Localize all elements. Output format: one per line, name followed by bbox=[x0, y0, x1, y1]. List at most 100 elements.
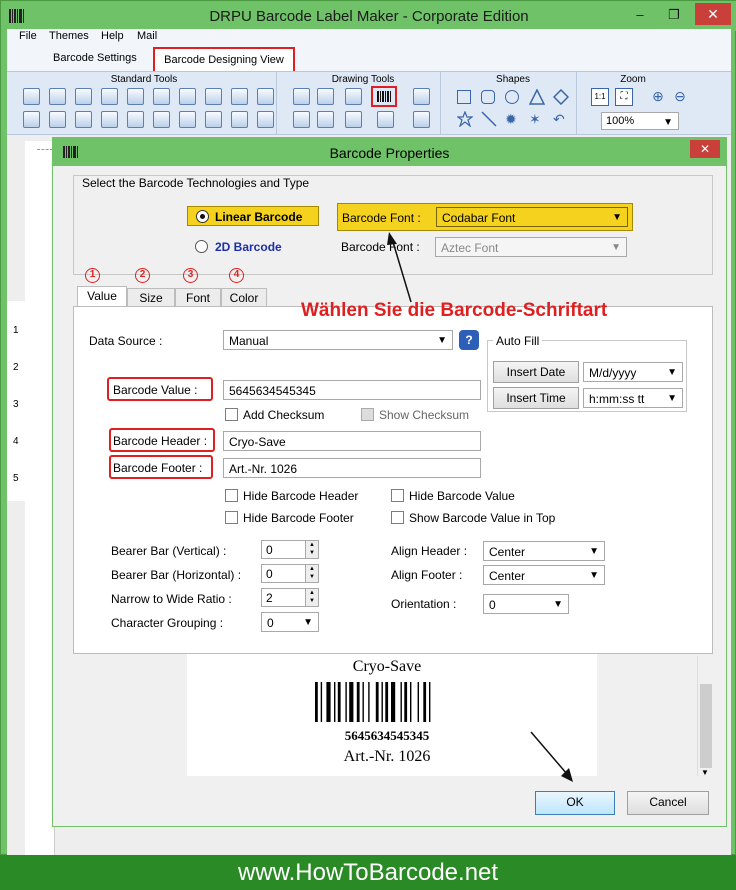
save-icon[interactable] bbox=[75, 88, 92, 105]
menu-mail[interactable]: Mail bbox=[137, 30, 157, 42]
grid-icon[interactable] bbox=[127, 111, 144, 128]
barcode-font-2d-select[interactable]: Aztec Font ▼ bbox=[435, 237, 627, 257]
help-icon[interactable]: ? bbox=[459, 330, 479, 350]
delete-icon[interactable] bbox=[205, 88, 222, 105]
books-icon[interactable] bbox=[317, 111, 334, 128]
image-icon[interactable] bbox=[345, 88, 362, 105]
preview-scrollbar[interactable]: ▼ bbox=[697, 656, 713, 777]
ungroup-icon[interactable] bbox=[49, 111, 66, 128]
hide-footer-checkbox[interactable] bbox=[225, 511, 238, 524]
date-format-select[interactable]: M/d/yyyy ▼ bbox=[583, 362, 683, 382]
dialog-close-icon[interactable]: ✕ bbox=[690, 140, 720, 158]
align-footer-select[interactable]: Center ▼ bbox=[483, 565, 605, 585]
character-grouping-select[interactable]: 0 ▼ bbox=[261, 612, 319, 632]
star-burst-icon[interactable]: ✶ bbox=[529, 111, 545, 127]
print-preview-icon[interactable] bbox=[179, 111, 196, 128]
insert-time-button[interactable]: Insert Time bbox=[493, 387, 579, 409]
burst-icon[interactable]: ✹ bbox=[505, 111, 521, 127]
zoom-out-icon[interactable]: ⊖ bbox=[671, 88, 689, 106]
cancel-button[interactable]: Cancel bbox=[627, 791, 709, 815]
barcode-properties-dialog: Barcode Properties ✕ Select the Barcode … bbox=[52, 137, 727, 827]
2d-barcode-radio[interactable] bbox=[195, 240, 208, 253]
show-checksum-checkbox[interactable] bbox=[361, 408, 374, 421]
database-icon[interactable] bbox=[153, 111, 170, 128]
group-zoom: Zoom 1:1 ⛶ ⊕ ⊖ 100% ▼ bbox=[585, 72, 686, 134]
zoom-actual-size-icon[interactable]: 1:1 bbox=[591, 88, 609, 106]
ruler-mark: 4 bbox=[13, 436, 19, 447]
linear-barcode-radio[interactable]: Linear Barcode bbox=[187, 206, 319, 226]
tab-font[interactable]: Font bbox=[175, 288, 221, 308]
barcode-header-label: Barcode Header : bbox=[113, 434, 208, 448]
scroll-down-icon[interactable]: ▼ bbox=[701, 768, 709, 777]
zoom-fit-icon[interactable]: ⛶ bbox=[615, 88, 633, 106]
hide-value-checkbox[interactable] bbox=[391, 489, 404, 502]
rounded-rectangle-icon[interactable] bbox=[481, 90, 495, 104]
unlock-icon[interactable] bbox=[101, 111, 118, 128]
zoom-select[interactable]: 100% ▼ bbox=[601, 112, 679, 130]
menu-help[interactable]: Help bbox=[101, 30, 124, 42]
new-icon[interactable] bbox=[23, 88, 40, 105]
show-value-top-checkbox[interactable] bbox=[391, 511, 404, 524]
tab-size[interactable]: Size bbox=[127, 288, 175, 308]
triangle-icon[interactable] bbox=[529, 89, 545, 105]
barcode-footer-input[interactable]: Art.-Nr. 1026 bbox=[223, 458, 481, 478]
lock-icon[interactable] bbox=[75, 111, 92, 128]
spin-arrows-icon[interactable]: ▲ ▼ bbox=[305, 589, 318, 606]
align-header-select[interactable]: Center ▼ bbox=[483, 541, 605, 561]
barcode-value-input[interactable]: 5645634545345 bbox=[223, 380, 481, 400]
scrollbar-thumb[interactable] bbox=[700, 684, 712, 768]
tab-barcode-designing-view[interactable]: Barcode Designing View bbox=[153, 47, 295, 73]
barcode-tool-button[interactable] bbox=[371, 86, 397, 107]
wordart-icon[interactable] bbox=[345, 111, 362, 128]
diamond-icon[interactable] bbox=[553, 89, 569, 105]
orientation-select[interactable]: 0 ▼ bbox=[483, 594, 569, 614]
barcode-header-input[interactable]: Cryo-Save bbox=[223, 431, 481, 451]
ok-button[interactable]: OK bbox=[535, 791, 615, 815]
open-icon[interactable] bbox=[49, 88, 66, 105]
bearer-horizontal-spinner[interactable]: 0 ▲ ▼ bbox=[261, 564, 319, 583]
hide-header-checkbox[interactable] bbox=[225, 489, 238, 502]
close-icon[interactable]: ✕ bbox=[695, 3, 731, 25]
image-edit-icon[interactable] bbox=[413, 88, 430, 105]
barcode-bar bbox=[345, 682, 347, 722]
zoom-in-icon[interactable]: ⊕ bbox=[649, 88, 667, 106]
line-icon[interactable] bbox=[481, 111, 497, 127]
undo-icon[interactable] bbox=[231, 88, 248, 105]
copy-icon[interactable] bbox=[127, 88, 144, 105]
insert-date-button[interactable]: Insert Date bbox=[493, 361, 579, 383]
restore-icon[interactable]: ❐ bbox=[663, 6, 685, 24]
barcode-font-select[interactable]: Codabar Font ▼ bbox=[436, 207, 628, 227]
bearer-vertical-spinner[interactable]: 0 ▲ ▼ bbox=[261, 540, 319, 559]
add-checksum-checkbox[interactable] bbox=[225, 408, 238, 421]
minimize-icon[interactable]: ‒ bbox=[629, 6, 651, 24]
exit-icon[interactable] bbox=[257, 111, 274, 128]
star-tool-icon[interactable] bbox=[293, 111, 310, 128]
group-icon[interactable] bbox=[23, 111, 40, 128]
pencil-icon[interactable] bbox=[317, 88, 334, 105]
picture-icon[interactable] bbox=[293, 88, 310, 105]
paste-icon[interactable] bbox=[153, 88, 170, 105]
tab-value[interactable]: Value bbox=[77, 286, 127, 307]
menu-themes[interactable]: Themes bbox=[49, 30, 89, 42]
spin-arrows-icon[interactable]: ▲ ▼ bbox=[305, 565, 318, 582]
tab-barcode-settings[interactable]: Barcode Settings bbox=[53, 52, 137, 64]
print-icon[interactable] bbox=[231, 111, 248, 128]
fill-icon[interactable] bbox=[413, 111, 430, 128]
cut-icon[interactable] bbox=[179, 88, 196, 105]
time-format-select[interactable]: h:mm:ss tt ▼ bbox=[583, 388, 683, 408]
mail-icon[interactable] bbox=[205, 111, 222, 128]
redo-icon[interactable] bbox=[257, 88, 274, 105]
arc-icon[interactable]: ↶ bbox=[553, 111, 569, 127]
star-icon[interactable] bbox=[457, 111, 473, 127]
select-icon[interactable] bbox=[377, 111, 394, 128]
menu-file[interactable]: File bbox=[19, 30, 37, 42]
save-as-icon[interactable] bbox=[101, 88, 118, 105]
ribbon-tabs: Barcode Settings Barcode Designing View bbox=[7, 47, 731, 73]
tab-color[interactable]: Color bbox=[221, 288, 267, 308]
spin-arrows-icon[interactable]: ▲ ▼ bbox=[305, 541, 318, 558]
orientation-label: Orientation : bbox=[391, 597, 457, 611]
data-source-select[interactable]: Manual ▼ bbox=[223, 330, 453, 350]
ratio-spinner[interactable]: 2 ▲ ▼ bbox=[261, 588, 319, 607]
ellipse-icon[interactable] bbox=[505, 90, 519, 104]
rectangle-icon[interactable] bbox=[457, 90, 471, 104]
